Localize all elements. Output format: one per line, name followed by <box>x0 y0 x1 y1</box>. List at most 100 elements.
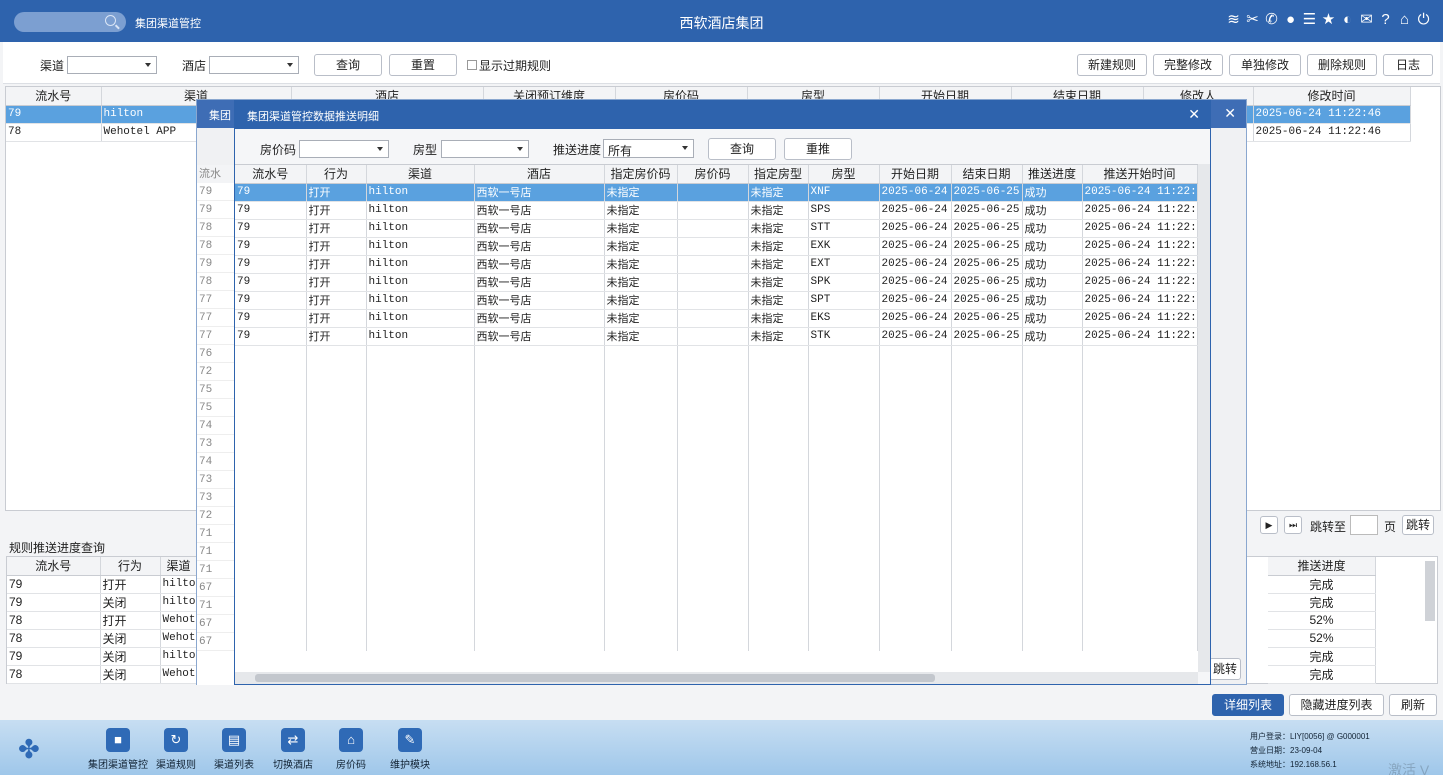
next-page-icon[interactable]: ▶ <box>1260 516 1278 534</box>
wifi-icon[interactable]: ≋ <box>1226 12 1241 28</box>
list-item: 73 <box>197 471 235 489</box>
empty-row <box>235 363 1198 381</box>
hotel-label: 酒店 <box>182 59 207 73</box>
scrollbar[interactable] <box>1425 561 1435 621</box>
list-item[interactable]: 79关闭hilton <box>7 647 198 666</box>
table-row[interactable]: 79 打开 hilton 西软一号店 未指定 未指定 XNF 2025-06-24 2025-0… <box>235 183 1198 202</box>
new-rule-button[interactable]: 新建规则 <box>1077 54 1147 76</box>
menu-icon[interactable]: ☰ <box>1302 12 1317 28</box>
list-item[interactable]: 78打开Wehotel <box>7 611 198 630</box>
empty-row <box>235 561 1198 579</box>
house-icon: ⌂ <box>339 728 363 752</box>
dock-item[interactable]: ✎ 维护模块 <box>380 728 440 771</box>
edit-all-button[interactable]: 完整修改 <box>1153 54 1223 76</box>
col-header[interactable]: 房价码 <box>677 165 749 184</box>
star-icon[interactable]: ★ <box>1321 12 1336 28</box>
table-row[interactable]: 79 打开 hilton 西软一号店 未指定 未指定 STK 2025-06-24 2025-0… <box>235 327 1198 346</box>
rate-code-select[interactable] <box>299 140 389 158</box>
table-row[interactable]: 79 打开 hilton 西软一号店 未指定 未指定 EXT 2025-06-24 2025-0… <box>235 255 1198 274</box>
clipboard-icon: ▤ <box>222 728 246 752</box>
table-row[interactable]: 79 打开 hilton 西软一号店 未指定 未指定 EXK 2025-06-24 2025-0… <box>235 237 1198 256</box>
col-header[interactable]: 推送开始时间 <box>1082 165 1198 184</box>
list-item: 72 <box>197 363 235 381</box>
col-header[interactable]: 行为 <box>306 165 367 184</box>
col-header[interactable]: 结束日期 <box>951 165 1023 184</box>
list-item[interactable]: 79打开hilton <box>7 575 198 594</box>
dock-item[interactable]: ⇄ 切换酒店 <box>263 728 323 771</box>
status-badge: 52% <box>1268 611 1376 630</box>
col-header[interactable]: 修改时间 <box>1253 87 1411 106</box>
tools-icon[interactable]: ✂ <box>1245 12 1260 28</box>
close-icon[interactable]: ✕ <box>1224 105 1236 122</box>
pager: ▶ ⏭ 跳转至 页 跳转 <box>1250 514 1440 536</box>
switch-icon: ⇄ <box>281 728 305 752</box>
list-item[interactable]: 79关闭hilton <box>7 593 198 612</box>
col-header[interactable]: 酒店 <box>474 165 605 184</box>
show-expired-checkbox[interactable] <box>467 60 477 70</box>
jump-button[interactable]: 跳转 <box>1402 515 1434 535</box>
empty-row <box>235 399 1198 417</box>
detail-list-button[interactable]: 详细列表 <box>1212 694 1284 716</box>
scrollbar[interactable] <box>1198 164 1210 672</box>
list-item[interactable]: 78关闭Wehotel <box>7 629 198 648</box>
home-icon[interactable]: ⌂ <box>1397 12 1412 28</box>
status-badge: 完成 <box>1268 647 1376 666</box>
col-header[interactable]: 流水号 <box>6 87 102 106</box>
table-row[interactable]: 79 打开 hilton 西软一号店 未指定 未指定 SPK 2025-06-24 2025-0… <box>235 273 1198 292</box>
empty-row <box>235 453 1198 471</box>
col-header[interactable]: 渠道 <box>366 165 475 184</box>
last-page-icon[interactable]: ⏭ <box>1284 516 1302 534</box>
refresh-button[interactable]: 刷新 <box>1389 694 1437 716</box>
list-item: 71 <box>197 561 235 579</box>
table-row[interactable]: 79 打开 hilton 西软一号店 未指定 未指定 EKS 2025-06-24 2025-0… <box>235 309 1198 328</box>
table-row[interactable]: 79 打开 hilton 西软一号店 未指定 未指定 SPT 2025-06-24 2025-0… <box>235 291 1198 310</box>
contrast-icon[interactable]: ◐ <box>1340 12 1355 28</box>
list-item: 67 <box>197 633 235 651</box>
jump-button[interactable]: 跳转 <box>1209 658 1241 680</box>
query-button[interactable]: 查询 <box>708 138 776 160</box>
close-icon[interactable]: ✕ <box>1188 106 1200 123</box>
table-row[interactable]: 79 打开 hilton 西软一号店 未指定 未指定 SPS 2025-06-24 2025-0… <box>235 201 1198 220</box>
mail-icon[interactable]: ✉ <box>1359 12 1374 28</box>
palette-icon[interactable]: ● <box>1283 12 1298 28</box>
col-header[interactable]: 推送进度 <box>1022 165 1083 184</box>
scrollbar[interactable] <box>235 672 1198 684</box>
col-header[interactable]: 指定房价码 <box>604 165 678 184</box>
reset-button[interactable]: 重置 <box>389 54 457 76</box>
channel-select[interactable] <box>67 56 157 74</box>
status-badge: 52% <box>1268 629 1376 648</box>
list-item[interactable]: 78关闭Wehotel <box>7 665 198 684</box>
dock-item[interactable]: ■ 集团渠道管控 <box>88 728 148 771</box>
empty-row <box>235 381 1198 399</box>
list-item: 67 <box>197 615 235 633</box>
col-header[interactable]: 指定房型 <box>748 165 809 184</box>
footer-dock: ✤ ■ 集团渠道管控 ↻ 渠道规则 ▤ 渠道列表 ⇄ 切换酒店 ⌂ 房价码 ✎ 维护模块 用… <box>0 720 1443 775</box>
progress-select[interactable]: 所有 <box>603 139 694 158</box>
list-item: 67 <box>197 579 235 597</box>
power-icon[interactable]: ⏻ <box>1416 12 1431 28</box>
empty-row <box>235 543 1198 561</box>
dock-item[interactable]: ↻ 渠道规则 <box>146 728 206 771</box>
page-input[interactable] <box>1350 515 1378 535</box>
phone-icon[interactable]: ✆ <box>1264 12 1279 28</box>
help-icon[interactable]: ? <box>1378 12 1393 28</box>
hotel-select[interactable] <box>209 56 299 74</box>
col-header[interactable]: 房型 <box>808 165 880 184</box>
edit-single-button[interactable]: 单独修改 <box>1229 54 1301 76</box>
query-button[interactable]: 查询 <box>314 54 382 76</box>
room-type-select[interactable] <box>441 140 529 158</box>
delete-rule-button[interactable]: 删除规则 <box>1307 54 1377 76</box>
list-item: 71 <box>197 543 235 561</box>
page-label: 页 <box>1384 520 1397 534</box>
col-header[interactable]: 流水号 <box>235 165 307 184</box>
col-header[interactable]: 开始日期 <box>879 165 952 184</box>
list-item: 71 <box>197 597 235 615</box>
table-row[interactable]: 79 打开 hilton 西软一号店 未指定 未指定 STT 2025-06-24 2025-0… <box>235 219 1198 238</box>
status-header[interactable]: 推送进度 <box>1268 557 1376 576</box>
dock-item[interactable]: ⌂ 房价码 <box>321 728 381 771</box>
log-button[interactable]: 日志 <box>1383 54 1433 76</box>
dock-item[interactable]: ▤ 渠道列表 <box>204 728 264 771</box>
repush-button[interactable]: 重推 <box>784 138 852 160</box>
empty-row <box>235 615 1198 633</box>
hide-progress-button[interactable]: 隐藏进度列表 <box>1289 694 1384 716</box>
